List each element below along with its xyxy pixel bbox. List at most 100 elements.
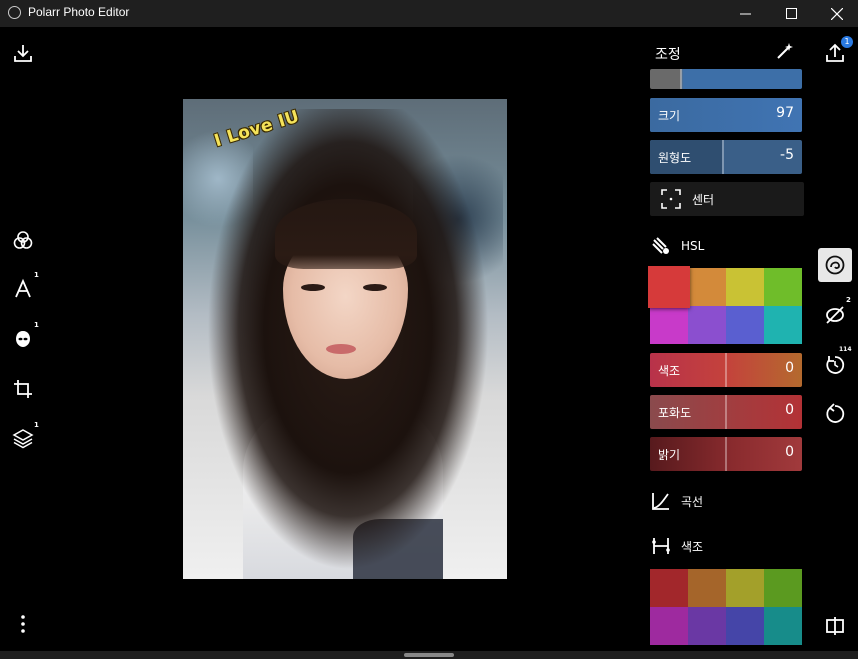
brightness-slider[interactable]: 밝기 0 bbox=[650, 437, 802, 471]
magic-wand-icon bbox=[777, 43, 793, 59]
panel-title: 조정 bbox=[655, 47, 681, 63]
tone-swatch-yellow[interactable] bbox=[726, 569, 764, 607]
slider-marker bbox=[680, 69, 682, 89]
tone-swatch-purple[interactable] bbox=[688, 607, 726, 645]
saturation-slider-marker bbox=[725, 395, 727, 429]
face-badge: 1 bbox=[34, 321, 39, 329]
heal-icon bbox=[826, 306, 844, 324]
hue-slider-label: 색조 bbox=[658, 364, 681, 378]
more-icon bbox=[21, 615, 25, 633]
center-focus-icon bbox=[661, 189, 681, 209]
size-slider-label: 크기 bbox=[658, 109, 681, 123]
tone-swatch-magenta[interactable] bbox=[650, 607, 688, 645]
window-title: Polarr Photo Editor bbox=[28, 5, 130, 19]
tone-swatch-orange[interactable] bbox=[688, 569, 726, 607]
tone-swatch-teal[interactable] bbox=[764, 607, 802, 645]
brightness-slider-marker bbox=[725, 437, 727, 471]
hsl-section-header: HSL bbox=[651, 235, 704, 257]
hsl-swatch-magenta[interactable] bbox=[650, 306, 688, 344]
share-badge: 1 bbox=[841, 36, 853, 48]
layers-badge: 1 bbox=[34, 421, 39, 429]
hsl-swatch-selected[interactable] bbox=[648, 266, 690, 308]
hue-slider-marker bbox=[725, 353, 727, 387]
brightness-slider-label: 밝기 bbox=[658, 448, 681, 462]
color-tone-swatch-grid[interactable] bbox=[650, 569, 802, 645]
hsl-swatch-yellow[interactable] bbox=[726, 268, 764, 306]
tone-swatch-red[interactable] bbox=[650, 569, 688, 607]
hsl-icon bbox=[652, 237, 669, 254]
filters-button[interactable] bbox=[11, 228, 35, 252]
maximize-icon bbox=[785, 8, 797, 19]
reset-button[interactable] bbox=[822, 401, 848, 427]
close-icon bbox=[831, 7, 843, 20]
text-button[interactable] bbox=[11, 277, 35, 301]
color-tone-label: 색조 bbox=[681, 539, 704, 554]
photo-bangs bbox=[275, 199, 417, 269]
heal-tab[interactable] bbox=[822, 302, 848, 328]
hue-slider[interactable]: 색조 0 bbox=[650, 353, 802, 387]
download-button[interactable] bbox=[11, 41, 35, 65]
minimize-icon bbox=[739, 13, 751, 15]
color-tone-section-header[interactable]: 색조 bbox=[651, 535, 703, 557]
hsl-swatch-green[interactable] bbox=[764, 268, 802, 306]
history-tab[interactable] bbox=[822, 352, 848, 378]
adjust-dial-icon bbox=[825, 255, 845, 275]
heal-badge: 2 bbox=[846, 296, 851, 304]
center-button[interactable]: 센터 bbox=[650, 182, 804, 216]
curves-label: 곡선 bbox=[681, 494, 704, 509]
roundness-slider[interactable]: 원형도 -5 bbox=[650, 140, 802, 174]
left-toolbar: 1 1 1 bbox=[0, 27, 46, 652]
adjustments-panel[interactable]: 조정 크기 97 원형도 -5 센터 HSL 색조 0 포화도 0 밝기 0 곡… bbox=[643, 27, 810, 652]
photo-canvas[interactable]: I Love IU bbox=[183, 99, 507, 579]
roundness-slider-marker bbox=[722, 140, 724, 174]
roundness-slider-value: -5 bbox=[780, 147, 794, 163]
hsl-title: HSL bbox=[681, 239, 705, 253]
compare-button[interactable] bbox=[822, 613, 848, 639]
curves-section-header[interactable]: 곡선 bbox=[651, 490, 703, 512]
adjustments-tab[interactable] bbox=[822, 252, 848, 278]
brightness-slider-value: 0 bbox=[785, 444, 794, 460]
center-button-label: 센터 bbox=[692, 193, 715, 207]
text-badge: 1 bbox=[34, 271, 39, 279]
saturation-slider-value: 0 bbox=[785, 402, 794, 418]
crop-button[interactable] bbox=[11, 377, 35, 401]
more-button[interactable] bbox=[11, 612, 35, 636]
reset-icon bbox=[826, 403, 845, 423]
hsl-swatch-teal[interactable] bbox=[764, 306, 802, 344]
close-button[interactable] bbox=[814, 0, 858, 27]
title-bar: Polarr Photo Editor bbox=[0, 0, 858, 27]
maximize-button[interactable] bbox=[768, 0, 814, 27]
scrolled-slider[interactable] bbox=[650, 69, 802, 89]
curves-icon bbox=[652, 493, 669, 510]
roundness-slider-label: 원형도 bbox=[658, 151, 692, 165]
photo-lips bbox=[326, 344, 356, 354]
minimize-button[interactable] bbox=[722, 0, 768, 27]
photo-eye-left bbox=[301, 284, 325, 291]
face-button[interactable] bbox=[11, 327, 35, 351]
saturation-slider[interactable]: 포화도 0 bbox=[650, 395, 802, 429]
hue-slider-value: 0 bbox=[785, 360, 794, 376]
app-icon bbox=[8, 6, 21, 19]
size-slider-value: 97 bbox=[776, 105, 794, 121]
hsl-swatch-orange[interactable] bbox=[688, 268, 726, 306]
tone-swatch-green[interactable] bbox=[764, 569, 802, 607]
right-toolbar: 2 114 bbox=[810, 27, 858, 652]
tone-swatch-blue[interactable] bbox=[726, 607, 764, 645]
compare-icon bbox=[826, 617, 844, 635]
layers-icon bbox=[12, 429, 34, 449]
text-icon bbox=[15, 278, 31, 298]
hsl-swatch-purple[interactable] bbox=[688, 306, 726, 344]
hsl-swatch-blue[interactable] bbox=[726, 306, 764, 344]
bottom-drawer-handle[interactable] bbox=[404, 653, 454, 657]
size-slider[interactable]: 크기 97 bbox=[650, 98, 802, 132]
face-icon bbox=[16, 331, 30, 347]
saturation-slider-label: 포화도 bbox=[658, 406, 692, 420]
photo-eye-right bbox=[363, 284, 387, 291]
history-badge: 114 bbox=[839, 346, 852, 353]
color-tone-icon bbox=[652, 538, 670, 554]
download-icon bbox=[14, 45, 32, 62]
auto-enhance-button[interactable] bbox=[775, 41, 795, 61]
crop-icon bbox=[14, 380, 32, 398]
layers-button[interactable] bbox=[11, 426, 35, 450]
filters-icon bbox=[13, 231, 33, 249]
